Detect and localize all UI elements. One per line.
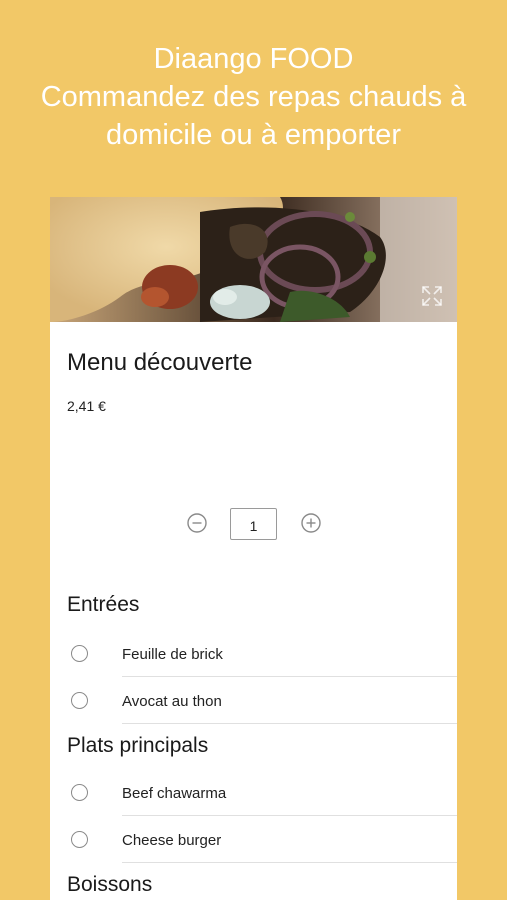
quantity-input[interactable]: [230, 508, 277, 540]
app-tagline-line1: Commandez des repas chauds à: [40, 81, 467, 113]
divider: [122, 862, 457, 863]
option-label: Avocat au thon: [122, 693, 222, 710]
option-label: Beef chawarma: [122, 785, 227, 802]
app-header: Diaango FOOD Commandez des repas chauds …: [0, 40, 507, 154]
option-feuille-de-brick[interactable]: Feuille de brick: [50, 633, 457, 679]
divider: [122, 815, 457, 816]
menu-card: Menu découverte 2,41 € Entrées Feuille d…: [50, 197, 457, 900]
radio-button[interactable]: [71, 831, 88, 848]
radio-button[interactable]: [71, 692, 88, 709]
menu-hero-image: [50, 197, 457, 322]
decrement-icon[interactable]: [187, 513, 207, 533]
expand-icon[interactable]: [421, 285, 443, 307]
option-cheese-burger[interactable]: Cheese burger: [50, 819, 457, 865]
menu-title: Menu découverte: [67, 349, 253, 376]
option-beef-chawarma[interactable]: Beef chawarma: [50, 772, 457, 818]
section-heading-plats-principals: Plats principals: [67, 734, 209, 757]
option-label: Feuille de brick: [122, 646, 223, 663]
divider: [122, 676, 457, 677]
menu-price: 2,41 €: [67, 398, 106, 414]
divider: [122, 723, 457, 724]
option-label: Cheese burger: [122, 832, 222, 849]
section-heading-boissons: Boissons: [67, 873, 153, 896]
app-title: Diaango FOOD: [153, 43, 354, 75]
increment-icon[interactable]: [301, 513, 321, 533]
option-avocat-au-thon[interactable]: Avocat au thon: [50, 680, 457, 726]
radio-button[interactable]: [71, 645, 88, 662]
radio-button[interactable]: [71, 784, 88, 801]
app-tagline-line2: domicile ou à emporter: [106, 119, 401, 151]
section-heading-entrees: Entrées: [67, 593, 140, 616]
